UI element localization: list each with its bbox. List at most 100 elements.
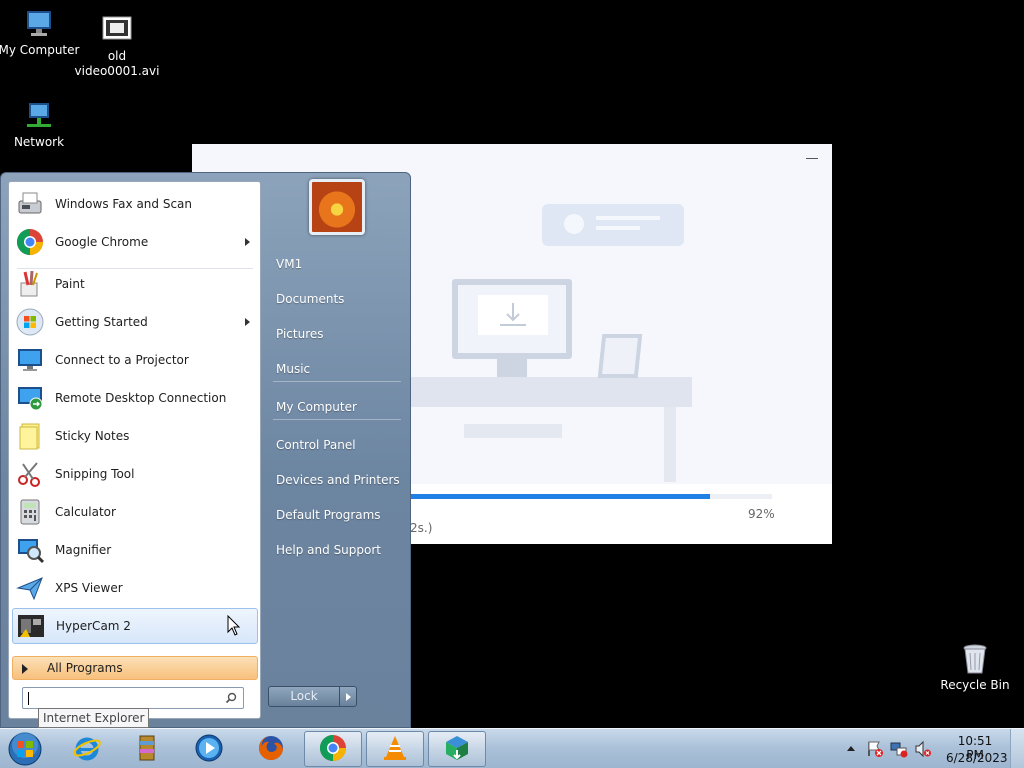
program-item[interactable]: Magnifier [12,532,258,568]
start-menu: Windows Fax and Scan Google Chrome Paint Ge… [0,172,411,728]
volume-muted-icon[interactable] [914,740,932,758]
program-label: XPS Viewer [55,581,123,595]
lock-button[interactable]: Lock [268,686,340,707]
chat-bubble-graphic [542,204,684,246]
separator [273,381,401,382]
internet-explorer-icon [72,733,102,766]
desktop-icon-recycle-bin[interactable]: Recycle Bin [930,643,1020,693]
scissors-icon [14,458,46,490]
winrar-icon [132,733,162,766]
calculator-icon [14,496,46,528]
time-remaining: 2s.) [410,521,433,535]
media-player-icon [194,733,224,766]
program-item[interactable]: Windows Fax and Scan [12,186,258,222]
projector-monitor-icon [14,344,46,376]
program-item[interactable]: XPS Viewer [12,570,258,606]
places-pane: VM1 Documents Pictures Music My Computer Cont… [263,173,410,729]
places-item[interactable]: Control Panel [269,433,404,457]
program-item[interactable]: HyperCam 2 [12,608,258,644]
program-item[interactable]: Calculator [12,494,258,530]
program-label: Paint [55,277,85,291]
user-avatar[interactable] [309,179,365,235]
taskbar-button[interactable] [58,731,116,767]
taskbar: 10:51 PM 6/28/2023 [0,728,1024,768]
minimize-button[interactable] [806,158,818,159]
remote-desktop-icon [14,382,46,414]
separator [273,419,401,420]
programs-pane: Windows Fax and Scan Google Chrome Paint Ge… [8,181,261,719]
program-label: HyperCam 2 [56,619,131,633]
taskbar-button[interactable] [242,731,300,767]
video-file-icon [101,14,133,46]
program-label: Calculator [55,505,116,519]
sticky-note-icon [14,420,46,452]
computer-icon [23,8,55,40]
program-label: Connect to a Projector [55,353,189,367]
windows-logo-icon [14,306,46,338]
taskbar-button[interactable] [304,731,362,767]
tooltip: Internet Explorer [38,708,150,728]
program-item[interactable]: Google Chrome [12,224,258,260]
vlc-icon [380,733,410,766]
program-label: Windows Fax and Scan [55,197,193,211]
search-input[interactable] [22,687,244,709]
places-item[interactable]: Help and Support [269,538,404,562]
taskbar-button[interactable] [180,731,238,767]
start-button[interactable] [5,731,45,767]
taskbar-button[interactable] [366,731,424,767]
mouse-cursor-icon [227,615,241,636]
all-programs-label: All Programs [47,661,123,675]
chrome-icon [318,733,348,766]
places-item[interactable]: Documents [269,287,404,311]
program-label: Snipping Tool [55,467,135,481]
network-status-icon[interactable] [890,740,908,758]
download-arrow-icon [478,295,548,335]
desktop-icon-label: old video0001.avi [74,49,160,78]
desktop-icon-network[interactable]: Network [0,100,84,150]
chrome-icon [14,226,46,258]
paint-icon [14,268,46,300]
program-item[interactable]: Sticky Notes [12,418,258,454]
places-item[interactable]: VM1 [269,252,404,276]
monitor-graphic [452,279,572,359]
program-label: Magnifier [55,543,112,557]
program-item[interactable]: Snipping Tool [12,456,258,492]
program-item[interactable]: Getting Started [12,304,258,340]
submenu-arrow-icon[interactable] [245,238,250,246]
desktop-icon-label: Network [13,135,65,149]
places-item[interactable]: Devices and Printers [269,468,404,492]
show-desktop-button[interactable] [1010,729,1024,768]
places-item[interactable]: Music [269,357,404,381]
places-item[interactable]: My Computer [269,395,404,419]
desktop-icon-label: Recycle Bin [940,678,1010,692]
separator [17,268,253,269]
show-hidden-icons-arrow[interactable] [846,744,856,752]
taskbar-button[interactable] [428,731,486,767]
action-center-flag-icon[interactable] [866,740,884,758]
tablet-graphic [597,334,643,378]
program-item[interactable]: Remote Desktop Connection [12,380,258,416]
program-label: Sticky Notes [55,429,130,443]
program-item[interactable]: Connect to a Projector [12,342,258,378]
shutdown-options-arrow[interactable] [339,686,357,707]
xps-plane-icon [14,572,46,604]
program-label: Remote Desktop Connection [55,391,227,405]
all-programs-button[interactable]: All Programs [12,656,258,680]
triangle-right-icon [22,664,28,674]
program-item[interactable]: Paint [12,266,258,302]
search-icon[interactable] [225,692,237,704]
taskbar-button[interactable] [118,731,176,767]
program-label: Google Chrome [55,235,149,249]
progress-percent: 92% [748,507,775,521]
desktop-icon-video-file[interactable]: old video0001.avi [72,14,162,79]
installer-icon [442,733,472,766]
firefox-icon [256,733,286,766]
places-item[interactable]: Pictures [269,322,404,346]
desk-graphic [402,377,692,407]
places-item[interactable]: Default Programs [269,503,404,527]
submenu-arrow-icon[interactable] [245,318,250,326]
recycle-bin-icon [959,643,991,675]
windows-orb-icon [8,732,42,766]
network-icon [23,100,55,132]
clock-date[interactable]: 6/28/2023 [946,751,1008,765]
